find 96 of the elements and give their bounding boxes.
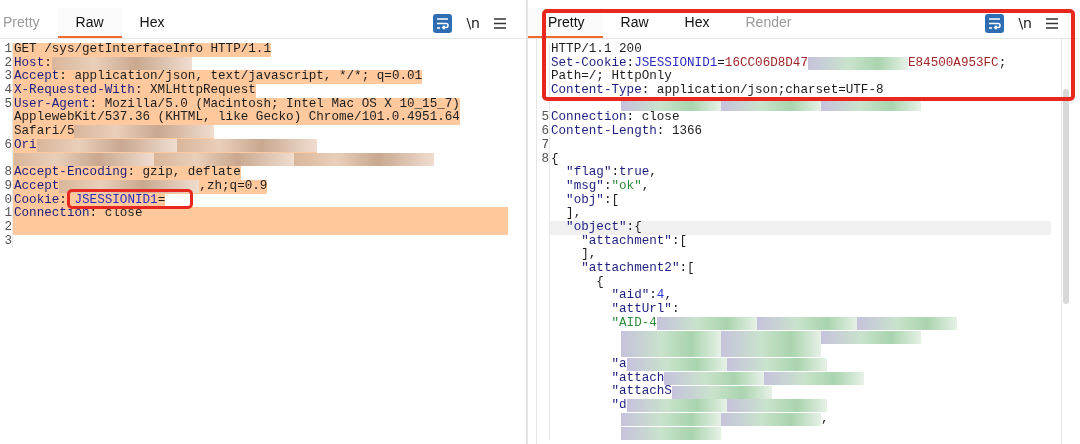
scrollbar-thumb[interactable] — [1063, 89, 1069, 304]
code-text: , — [649, 166, 657, 180]
boolean-value: true — [619, 166, 650, 180]
code-text: : — [611, 166, 620, 180]
tab[interactable]: Raw — [57, 8, 122, 38]
field-name: Connection — [14, 207, 90, 221]
code-text: , — [664, 289, 672, 303]
field-name: "attachment2" — [580, 262, 680, 276]
line-number: 3 — [4, 234, 12, 248]
code-text: { — [595, 275, 604, 290]
number-value: 4 — [656, 289, 665, 303]
code-text: Path=/; HttpOnly — [551, 70, 672, 84]
line-number: 5 — [4, 97, 12, 111]
menu-icon[interactable] — [494, 17, 506, 29]
tab[interactable]: Hex — [666, 8, 728, 38]
tab[interactable]: Raw — [602, 8, 667, 38]
code-text: :[ — [603, 193, 620, 208]
field-name: "obj" — [565, 193, 604, 207]
line-number: 7 — [541, 138, 549, 152]
newline-toggle[interactable]: \n — [1018, 15, 1032, 31]
cookie-name: JSESSIONID1 — [74, 193, 158, 207]
line-number: 2 — [4, 56, 12, 70]
code-text: : application/json, text/javascript, */*; q=0.01 — [59, 70, 423, 84]
field-name: Content-Length — [551, 125, 657, 139]
code-text: ; — [998, 56, 1007, 71]
line-number: 2 — [4, 220, 12, 234]
code-text: = — [717, 56, 725, 71]
field-name: "msg" — [565, 179, 604, 194]
field-name: "attUrl" — [610, 303, 672, 317]
code-text: ], — [580, 248, 597, 262]
line-number: 8 — [4, 166, 12, 180]
field-name: "attachS — [610, 385, 672, 399]
code-text: : application/json;charset=UTF-8 — [641, 84, 884, 98]
string-value: "ok" — [611, 179, 642, 194]
code-text: : — [649, 289, 657, 303]
cookie-value: E84500A953FC — [908, 56, 999, 71]
field-name: "d — [610, 398, 627, 413]
line-number: 1 — [4, 43, 12, 56]
cookie-value: 16CC06D8D47 — [724, 56, 808, 71]
field-name: "flag" — [565, 166, 612, 180]
line-number: 0 — [4, 193, 12, 207]
wrap-lines-icon[interactable] — [433, 13, 453, 33]
menu-icon[interactable] — [1046, 17, 1058, 29]
line-number: 5 — [541, 111, 549, 125]
line-number: 6 — [541, 125, 549, 139]
code-text: : gzip, deflate — [127, 166, 241, 180]
line-number: 4 — [4, 84, 12, 98]
cookie-name: JSESSIONID1 — [634, 56, 718, 70]
code-text: : Mozilla/5.0 (Macintosh; Intel Mac OS X 10_15_7) — [89, 97, 460, 111]
code-text: : — [603, 179, 612, 194]
tab[interactable]: Hex — [121, 8, 183, 38]
code-text: Safari/5 — [14, 125, 75, 139]
field-name: "object" — [565, 220, 627, 235]
field-name: User-Agent — [14, 97, 90, 111]
line-number: 3 — [4, 70, 12, 84]
code-text: ,zh;q=0.9 — [199, 179, 268, 194]
code-text: : close — [89, 207, 143, 221]
line-number: 9 — [4, 179, 12, 193]
field-name: Accept-Encoding — [14, 166, 128, 180]
newline-toggle[interactable]: \n — [466, 15, 480, 31]
field-name: Accept — [14, 70, 60, 84]
code-text: :{ — [626, 220, 642, 235]
field-name: "attach — [610, 371, 665, 385]
code-text: : — [626, 56, 635, 70]
code-text: : — [59, 193, 68, 207]
code-text: ApplewebKit/537.36 (KHTML, like Gecko) Chrome/101.0.4951.64 — [14, 111, 460, 125]
code-text: : close — [626, 111, 680, 125]
code-text: , — [641, 179, 650, 194]
code-text: ], — [565, 207, 582, 221]
field-name: "aid" — [610, 289, 650, 303]
field-name: X-Requested-With — [14, 84, 135, 98]
code-text: : — [671, 303, 680, 317]
code-text: : 1366 — [656, 125, 703, 139]
code-text: : — [44, 56, 52, 70]
code-text: = — [157, 193, 166, 208]
field-name: "a — [610, 357, 627, 372]
wrap-lines-icon[interactable] — [985, 13, 1005, 33]
string-value: "AID-4 — [610, 316, 657, 331]
field-name: Accept — [14, 179, 60, 194]
field-name: Connection — [551, 111, 627, 125]
field-name: Set-Cookie — [551, 56, 627, 70]
line-number: 6 — [4, 138, 12, 152]
line-number: 8 — [541, 152, 549, 166]
line-number: 1 — [4, 207, 12, 221]
field-name: Cookie — [14, 193, 60, 207]
code-text: HTTP/1.1 200 — [551, 43, 642, 57]
code-text: :[ — [671, 234, 688, 249]
field-name: Host — [14, 56, 45, 70]
code-text: , — [821, 412, 829, 427]
code-text: GET /sys/getInterfaceInfo HTTP/1.1 — [14, 43, 271, 57]
code-text: :[ — [679, 262, 695, 276]
code-text: { — [551, 152, 559, 167]
field-name: "attachment" — [580, 234, 672, 248]
field-name: Ori — [14, 138, 37, 153]
field-name: Content-Type — [551, 84, 642, 98]
code-text: : XMLHttpRequest — [134, 84, 256, 98]
